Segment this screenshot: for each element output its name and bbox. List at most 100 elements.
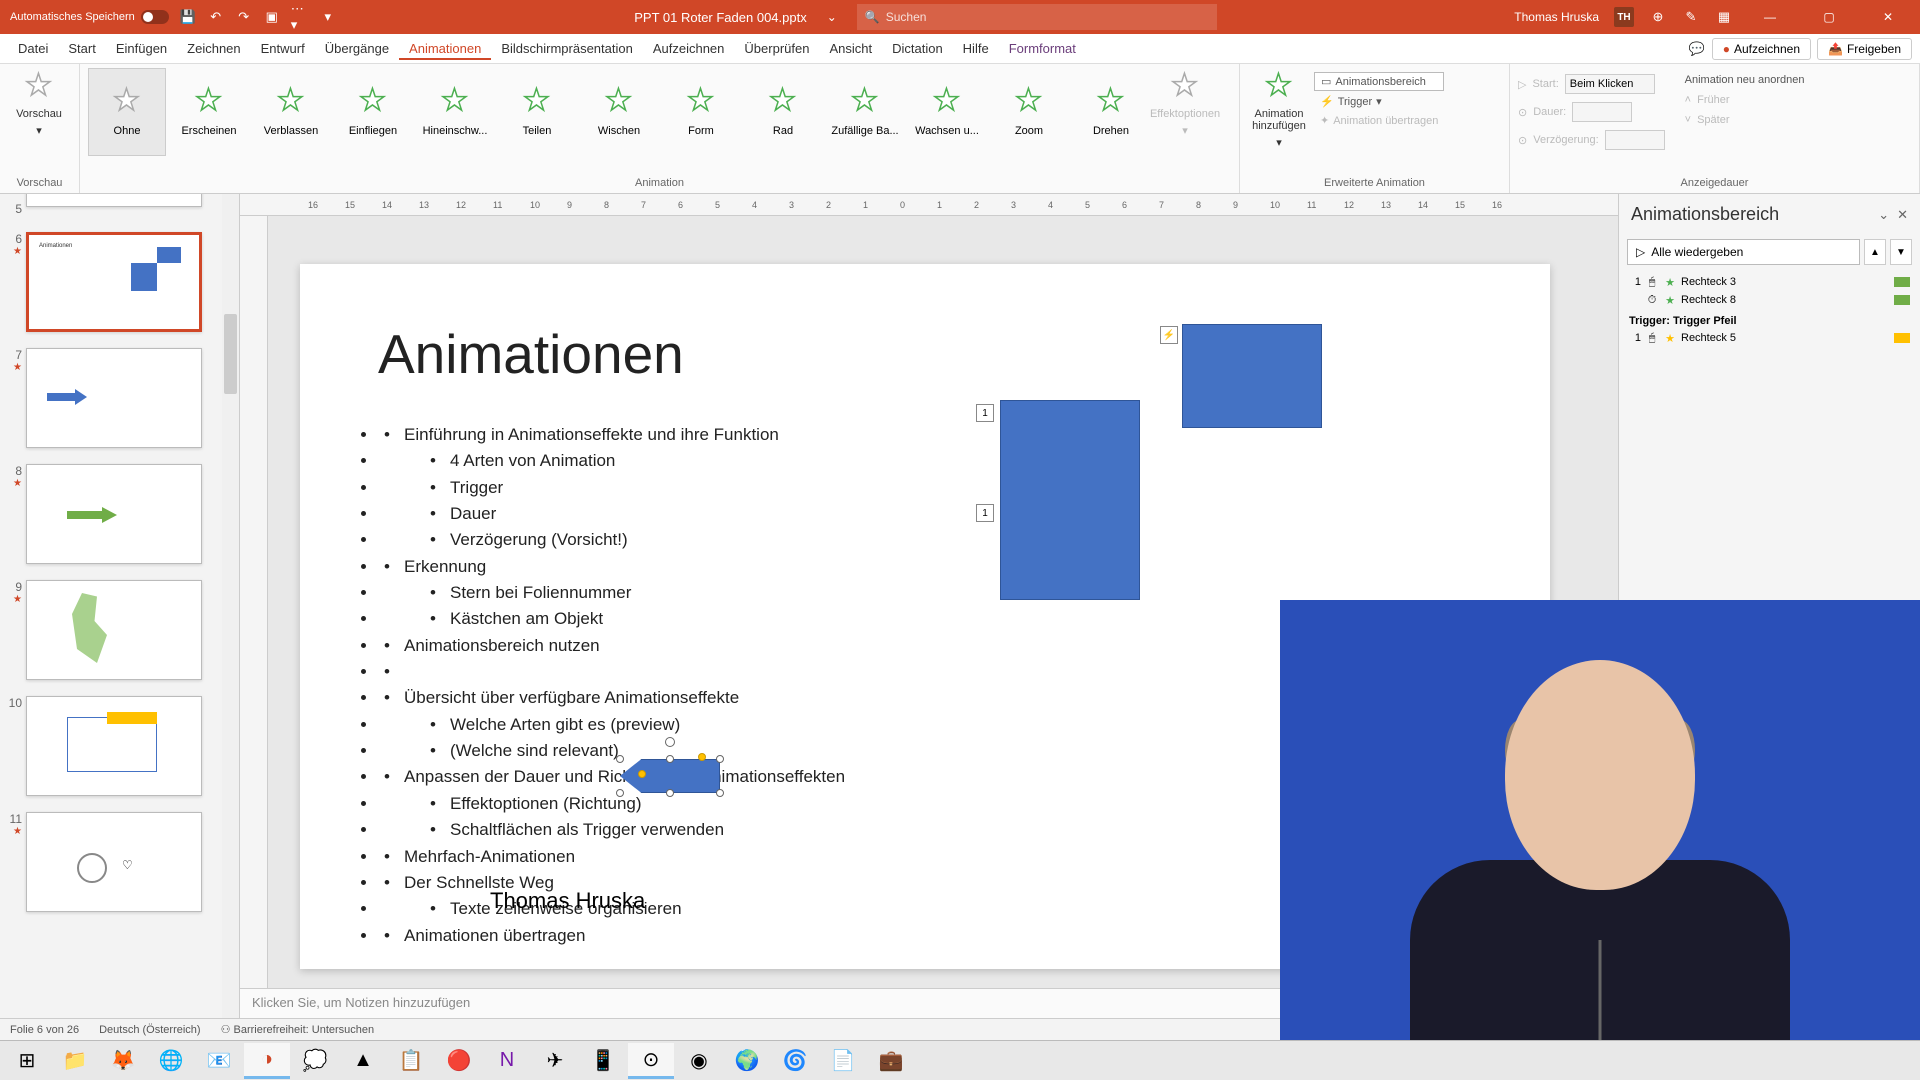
app-icon-1[interactable]: 💭 bbox=[292, 1043, 338, 1079]
filename-dropdown-icon[interactable]: ⌄ bbox=[827, 10, 837, 24]
earlier-button[interactable]: ˄ Früher bbox=[1685, 92, 1805, 108]
app-icon-7[interactable]: 📄 bbox=[820, 1043, 866, 1079]
slide-thumbnail-10[interactable] bbox=[26, 696, 202, 796]
shape-rechteck-8[interactable] bbox=[1000, 400, 1140, 600]
slide-author[interactable]: Thomas Hruska bbox=[490, 888, 645, 914]
thumbnail-scrollbar[interactable] bbox=[222, 194, 239, 1018]
later-button[interactable]: ˅ Später bbox=[1685, 112, 1805, 128]
qat-dropdown-icon[interactable]: ▾ bbox=[319, 8, 337, 26]
resize-handle-nw[interactable] bbox=[616, 755, 624, 763]
bullet-item[interactable]: Animationen übertragen bbox=[378, 923, 845, 949]
more-icon[interactable]: ⋯▾ bbox=[291, 8, 309, 26]
window-mode-icon[interactable]: ▦ bbox=[1715, 8, 1733, 26]
menu-hilfe[interactable]: Hilfe bbox=[953, 37, 999, 60]
preview-button[interactable]: Vorschau▾ bbox=[8, 68, 70, 141]
menu-datei[interactable]: Datei bbox=[8, 37, 58, 60]
resize-handle-ne[interactable] bbox=[716, 755, 724, 763]
move-down-button[interactable]: ▼ bbox=[1890, 239, 1912, 265]
slide-thumbnail-8[interactable] bbox=[26, 464, 202, 564]
close-button[interactable]: ✕ bbox=[1866, 0, 1910, 34]
effect-wischen[interactable]: Wischen bbox=[580, 68, 658, 156]
add-animation-button[interactable]: Animation hinzufügen▾ bbox=[1248, 68, 1310, 153]
resize-handle-n[interactable] bbox=[666, 755, 674, 763]
effect-options-button[interactable]: Effektoptionen▾ bbox=[1154, 68, 1216, 141]
bullet-item[interactable]: Mehrfach-Animationen bbox=[378, 844, 845, 870]
bullet-item[interactable]: (Welche sind relevant) bbox=[378, 738, 845, 764]
effect-einfliegen[interactable]: Einfliegen bbox=[334, 68, 412, 156]
animation-pane-button[interactable]: ▭ Animationsbereich bbox=[1314, 72, 1444, 91]
bullet-item[interactable]: Erkennung bbox=[378, 554, 845, 580]
edge-icon[interactable]: 🌀 bbox=[772, 1043, 818, 1079]
bullet-item[interactable]: Schaltflächen als Trigger verwenden bbox=[378, 817, 845, 843]
anim-pane-close-icon[interactable]: ✕ bbox=[1897, 207, 1908, 223]
bullet-item[interactable]: Welche Arten gibt es (preview) bbox=[378, 712, 845, 738]
share-button[interactable]: 📤Freigeben bbox=[1817, 38, 1912, 60]
slide-thumbnail-7[interactable] bbox=[26, 348, 202, 448]
redo-icon[interactable]: ↷ bbox=[235, 8, 253, 26]
horizontal-ruler[interactable]: 1615141312111098765432101234567891011121… bbox=[240, 194, 1618, 216]
onenote-icon[interactable]: N bbox=[484, 1043, 530, 1079]
effect-zuflligeba[interactable]: Zufällige Ba... bbox=[826, 68, 904, 156]
bullet-item[interactable]: Verzögerung (Vorsicht!) bbox=[378, 527, 845, 553]
duration-input[interactable] bbox=[1572, 102, 1632, 122]
app-icon-8[interactable]: 💼 bbox=[868, 1043, 914, 1079]
menu-entwurf[interactable]: Entwurf bbox=[251, 37, 315, 60]
bullet-item[interactable]: Anpassen der Dauer und Richtung von Anim… bbox=[378, 764, 845, 790]
effect-wachsenu[interactable]: Wachsen u... bbox=[908, 68, 986, 156]
effect-drehen[interactable]: Drehen bbox=[1072, 68, 1150, 156]
pen-icon[interactable]: ✎ bbox=[1682, 8, 1700, 26]
bullet-item[interactable]: Dauer bbox=[378, 501, 845, 527]
bullet-item[interactable]: Trigger bbox=[378, 475, 845, 501]
effect-ohne[interactable]: Ohne bbox=[88, 68, 166, 156]
effect-teilen[interactable]: Teilen bbox=[498, 68, 576, 156]
powerpoint-icon[interactable]: ◑ bbox=[244, 1043, 290, 1079]
telegram-icon[interactable]: ✈ bbox=[532, 1043, 578, 1079]
search-box[interactable]: 🔍 bbox=[857, 4, 1217, 30]
sync-icon[interactable]: ⊕ bbox=[1649, 8, 1667, 26]
vertical-ruler[interactable] bbox=[240, 216, 268, 988]
slide-thumbnail-9[interactable] bbox=[26, 580, 202, 680]
thumbnail-panel[interactable]: 5 6★ Animationen 7★ 8★ 9★ bbox=[0, 194, 240, 1018]
selected-arrow-shape[interactable] bbox=[620, 759, 720, 793]
effect-verblassen[interactable]: Verblassen bbox=[252, 68, 330, 156]
search-input[interactable] bbox=[886, 10, 1209, 24]
anim-list-item[interactable]: ⏱★Rechteck 8 bbox=[1627, 291, 1912, 309]
menu-start[interactable]: Start bbox=[58, 37, 105, 60]
menu-formformat[interactable]: Formformat bbox=[999, 37, 1086, 60]
anim-tag-trigger[interactable]: ⚡ bbox=[1160, 326, 1178, 344]
app-icon-5[interactable]: ◉ bbox=[676, 1043, 722, 1079]
trigger-button[interactable]: ⚡ Trigger ▾ bbox=[1314, 93, 1444, 110]
slide-thumbnail-11[interactable]: ♡ bbox=[26, 812, 202, 912]
bullet-item[interactable]: Animationsbereich nutzen bbox=[378, 633, 845, 659]
bullet-item[interactable]: Einführung in Animationseffekte und ihre… bbox=[378, 422, 845, 448]
minimize-button[interactable]: — bbox=[1748, 0, 1792, 34]
resize-handle-sw[interactable] bbox=[616, 789, 624, 797]
language-indicator[interactable]: Deutsch (Österreich) bbox=[99, 1024, 200, 1036]
anim-tag-1a[interactable]: 1 bbox=[976, 404, 994, 422]
firefox-icon[interactable]: 🦊 bbox=[100, 1043, 146, 1079]
app-icon-4[interactable]: 📱 bbox=[580, 1043, 626, 1079]
menu-aufzeichnen[interactable]: Aufzeichnen bbox=[643, 37, 735, 60]
effect-form[interactable]: Form bbox=[662, 68, 740, 156]
vlc-icon[interactable]: ▲ bbox=[340, 1043, 386, 1079]
menu-ansicht[interactable]: Ansicht bbox=[819, 37, 882, 60]
menu-bildschirm[interactable]: Bildschirmpräsentation bbox=[491, 37, 643, 60]
slide-title[interactable]: Animationen bbox=[378, 322, 684, 386]
resize-handle-s[interactable] bbox=[666, 789, 674, 797]
record-button[interactable]: ●Aufzeichnen bbox=[1712, 38, 1811, 60]
comments-icon[interactable]: 💬 bbox=[1688, 40, 1706, 58]
bullet-item[interactable]: Kästchen am Objekt bbox=[378, 606, 845, 632]
autosave-toggle[interactable]: Automatisches Speichern bbox=[10, 10, 169, 24]
chrome-icon[interactable]: 🌐 bbox=[148, 1043, 194, 1079]
explorer-icon[interactable]: 📁 bbox=[52, 1043, 98, 1079]
present-icon[interactable]: ▣ bbox=[263, 8, 281, 26]
effect-hineinschw[interactable]: Hineinschw... bbox=[416, 68, 494, 156]
play-all-button[interactable]: ▷ Alle wiedergeben bbox=[1627, 239, 1860, 265]
slide-counter[interactable]: Folie 6 von 26 bbox=[10, 1024, 79, 1036]
move-up-button[interactable]: ▲ bbox=[1864, 239, 1886, 265]
anim-list-item[interactable]: 1🖱★Rechteck 5 bbox=[1627, 329, 1912, 347]
adjust-handle-1[interactable] bbox=[638, 770, 646, 778]
effect-erscheinen[interactable]: Erscheinen bbox=[170, 68, 248, 156]
bullet-item[interactable]: Stern bei Foliennummer bbox=[378, 580, 845, 606]
effect-rad[interactable]: Rad bbox=[744, 68, 822, 156]
